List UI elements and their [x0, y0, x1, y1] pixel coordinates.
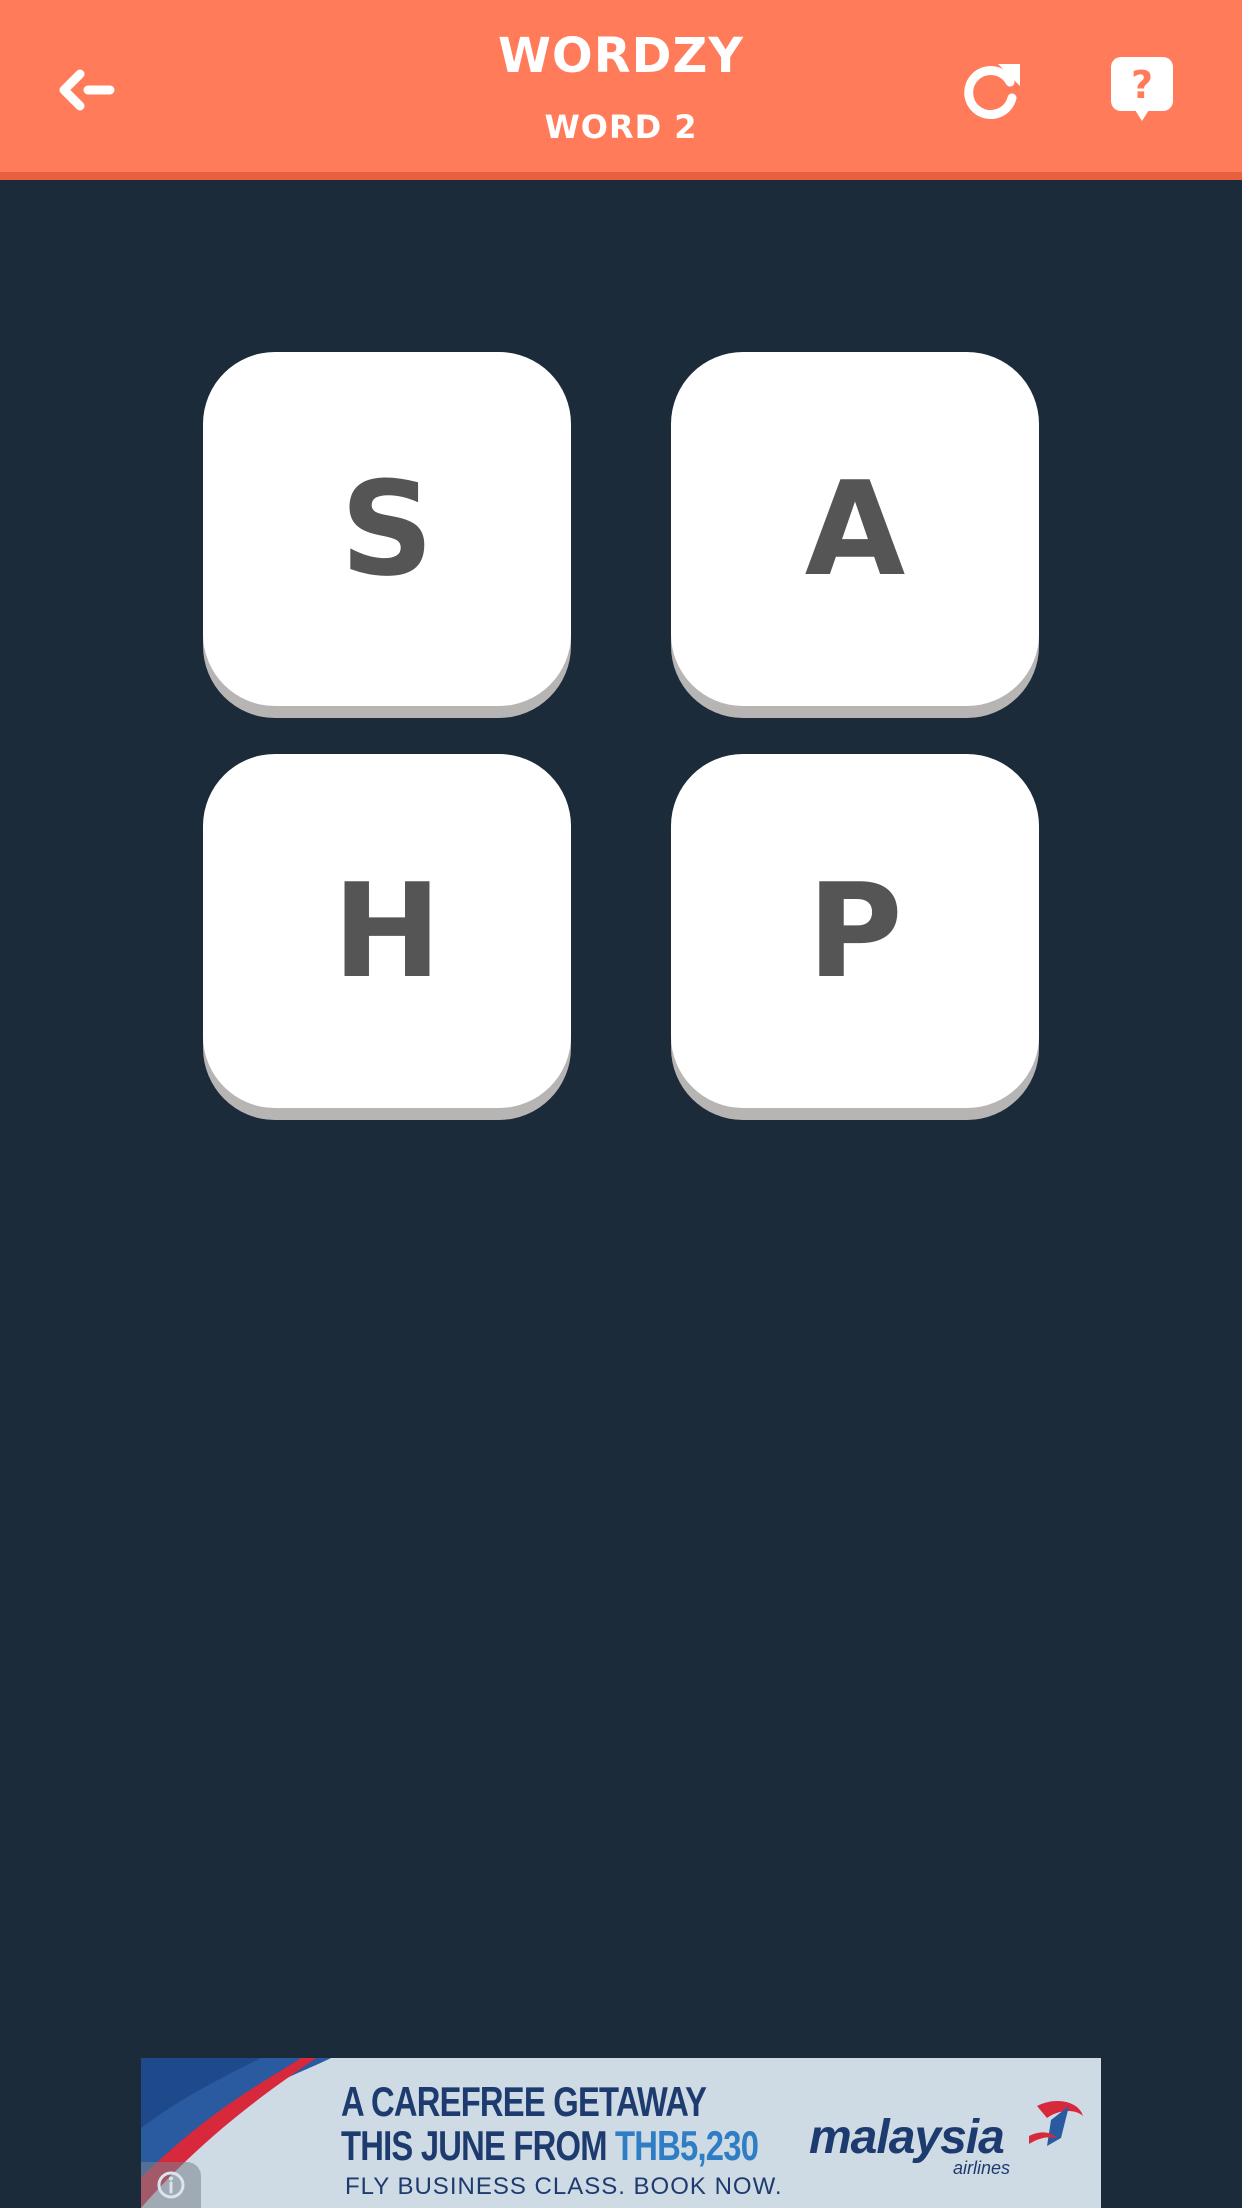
ad-banner[interactable]: A CAREFREE GETAWAY THIS JUNE FROM THB5,2…: [141, 2058, 1101, 2208]
ad-offer-text: THIS JUNE FROM: [341, 2122, 616, 2169]
airline-logo-icon: [1029, 2101, 1083, 2146]
letter-tile[interactable]: H: [203, 754, 571, 1108]
letter-tile[interactable]: P: [671, 754, 1039, 1108]
level-subtitle: WORD 2: [544, 108, 698, 146]
tile-letter: S: [340, 453, 434, 605]
ad-offer: THIS JUNE FROM THB5,230: [341, 2122, 759, 2170]
letter-tile[interactable]: S: [203, 352, 571, 706]
svg-text:?: ?: [1131, 63, 1153, 107]
ad-info-button[interactable]: [141, 2162, 201, 2208]
tile-letter: H: [332, 855, 442, 1007]
ad-cta: FLY BUSINESS CLASS. BOOK NOW.: [345, 2173, 783, 2200]
hint-button[interactable]: ?: [1092, 40, 1192, 140]
info-icon: [157, 2171, 185, 2199]
ad-price: THB5,230: [615, 2122, 759, 2169]
ad-headline: A CAREFREE GETAWAY: [341, 2078, 707, 2125]
game-title: WORDZY: [497, 28, 745, 84]
ad-brand: malaysia: [809, 2111, 1005, 2164]
ad-brand-sub: airlines: [953, 2158, 1011, 2178]
refresh-icon: [964, 64, 1020, 119]
tile-letter: P: [807, 855, 903, 1007]
letter-tile[interactable]: A: [671, 352, 1039, 706]
top-bar: WORDZY WORD 2 ?: [0, 0, 1242, 180]
tile-letter: A: [804, 453, 906, 605]
refresh-button[interactable]: [942, 40, 1042, 140]
question-bubble-icon: ?: [1111, 57, 1173, 121]
